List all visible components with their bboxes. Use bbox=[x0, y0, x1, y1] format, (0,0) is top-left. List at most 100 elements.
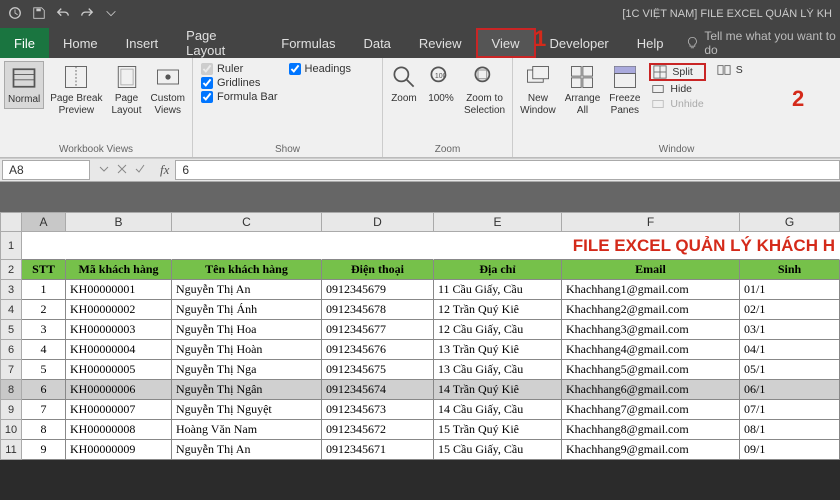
cell-dc[interactable]: 15 Cầu Giấy, Cầu bbox=[434, 440, 562, 460]
cell-ma[interactable]: KH00000001 bbox=[66, 280, 172, 300]
custom-views-button[interactable]: Custom Views bbox=[148, 61, 188, 118]
col-header-b[interactable]: B bbox=[66, 212, 172, 232]
cell-stt[interactable]: 4 bbox=[22, 340, 66, 360]
confirm-icon[interactable] bbox=[134, 163, 146, 178]
col-header-a[interactable]: A bbox=[22, 212, 66, 232]
page-break-preview-button[interactable]: Page Break Preview bbox=[47, 61, 105, 118]
page-layout-button[interactable]: Page Layout bbox=[109, 61, 145, 118]
cell-dc[interactable]: 11 Cầu Giấy, Cầu bbox=[434, 280, 562, 300]
row-header[interactable]: 10 bbox=[0, 420, 22, 440]
cell-stt[interactable]: 8 bbox=[22, 420, 66, 440]
cell-sinh[interactable]: 03/1 bbox=[740, 320, 840, 340]
cell-ma[interactable]: KH00000006 bbox=[66, 380, 172, 400]
cell-ten[interactable]: Nguyễn Thị Nga bbox=[172, 360, 322, 380]
cell-email[interactable]: Khachhang4@gmail.com bbox=[562, 340, 740, 360]
cell-email[interactable]: Khachhang6@gmail.com bbox=[562, 380, 740, 400]
hide-button[interactable]: Hide bbox=[649, 82, 705, 96]
cell-email[interactable]: Khachhang5@gmail.com bbox=[562, 360, 740, 380]
headings-checkbox[interactable]: Headings bbox=[289, 63, 351, 75]
redo-icon[interactable] bbox=[80, 6, 94, 23]
select-all-corner[interactable] bbox=[0, 212, 22, 232]
zoom-selection-button[interactable]: Zoom to Selection bbox=[461, 61, 508, 118]
row-header[interactable]: 8 bbox=[0, 380, 22, 400]
hdr-email[interactable]: Email bbox=[562, 260, 740, 280]
cell-email[interactable]: Khachhang3@gmail.com bbox=[562, 320, 740, 340]
save-icon[interactable] bbox=[32, 6, 46, 23]
cell-email[interactable]: Khachhang2@gmail.com bbox=[562, 300, 740, 320]
cell-email[interactable]: Khachhang8@gmail.com bbox=[562, 420, 740, 440]
tab-help[interactable]: Help bbox=[623, 28, 678, 58]
col-header-f[interactable]: F bbox=[562, 212, 740, 232]
cell-stt[interactable]: 2 bbox=[22, 300, 66, 320]
side-by-side-button[interactable]: S bbox=[715, 63, 745, 77]
row-header[interactable]: 5 bbox=[0, 320, 22, 340]
cell-sinh[interactable]: 07/1 bbox=[740, 400, 840, 420]
ruler-checkbox[interactable]: Ruler bbox=[201, 63, 278, 75]
cell-dt[interactable]: 0912345671 bbox=[322, 440, 434, 460]
row-header[interactable]: 2 bbox=[0, 260, 22, 280]
cell-stt[interactable]: 6 bbox=[22, 380, 66, 400]
hdr-sinh[interactable]: Sinh bbox=[740, 260, 840, 280]
cell-sinh[interactable]: 06/1 bbox=[740, 380, 840, 400]
tab-page-layout[interactable]: Page Layout bbox=[172, 28, 267, 58]
tab-data[interactable]: Data bbox=[349, 28, 404, 58]
cell-ma[interactable]: KH00000009 bbox=[66, 440, 172, 460]
cell-dc[interactable]: 13 Trần Quý Kiê bbox=[434, 340, 562, 360]
cancel-icon[interactable] bbox=[116, 163, 128, 178]
cell-ten[interactable]: Hoàng Văn Nam bbox=[172, 420, 322, 440]
gridlines-checkbox[interactable]: Gridlines bbox=[201, 77, 278, 89]
tab-home[interactable]: Home bbox=[49, 28, 112, 58]
cell-ma[interactable]: KH00000008 bbox=[66, 420, 172, 440]
cell-email[interactable]: Khachhang1@gmail.com bbox=[562, 280, 740, 300]
new-window-button[interactable]: New Window bbox=[517, 61, 559, 118]
undo-icon[interactable] bbox=[56, 6, 70, 23]
cell-stt[interactable]: 3 bbox=[22, 320, 66, 340]
cell-ma[interactable]: KH00000003 bbox=[66, 320, 172, 340]
formula-bar-checkbox[interactable]: Formula Bar bbox=[201, 91, 278, 103]
cell-sinh[interactable]: 09/1 bbox=[740, 440, 840, 460]
hdr-dc[interactable]: Địa chỉ bbox=[434, 260, 562, 280]
hdr-stt[interactable]: STT bbox=[22, 260, 66, 280]
unhide-button[interactable]: Unhide bbox=[649, 97, 705, 111]
col-header-g[interactable]: G bbox=[740, 212, 840, 232]
cell-ten[interactable]: Nguyễn Thị An bbox=[172, 440, 322, 460]
cell-dc[interactable]: 12 Trần Quý Kiê bbox=[434, 300, 562, 320]
cell-sinh[interactable]: 01/1 bbox=[740, 280, 840, 300]
zoom-100-button[interactable]: 100100% bbox=[424, 61, 458, 107]
autosave-icon[interactable] bbox=[8, 6, 22, 23]
tab-review[interactable]: Review bbox=[405, 28, 476, 58]
cell-dt[interactable]: 0912345679 bbox=[322, 280, 434, 300]
cell-dc[interactable]: 13 Cầu Giấy, Cầu bbox=[434, 360, 562, 380]
cell-dt[interactable]: 0912345675 bbox=[322, 360, 434, 380]
tab-view[interactable]: View bbox=[476, 28, 536, 58]
arrange-all-button[interactable]: Arrange All bbox=[562, 61, 604, 118]
cell-dt[interactable]: 0912345673 bbox=[322, 400, 434, 420]
cell-dt[interactable]: 0912345674 bbox=[322, 380, 434, 400]
cell-ten[interactable]: Nguyễn Thị Nguyệt bbox=[172, 400, 322, 420]
cell-dc[interactable]: 15 Trần Quý Kiê bbox=[434, 420, 562, 440]
cell-dc[interactable]: 14 Trần Quý Kiê bbox=[434, 380, 562, 400]
cell-sinh[interactable]: 02/1 bbox=[740, 300, 840, 320]
hdr-dt[interactable]: Điện thoại bbox=[322, 260, 434, 280]
cell-sinh[interactable]: 05/1 bbox=[740, 360, 840, 380]
cell-stt[interactable]: 9 bbox=[22, 440, 66, 460]
worksheet[interactable]: A B C D E F G 1 FILE EXCEL QUẢN LÝ KHÁCH… bbox=[0, 212, 840, 460]
tell-me-search[interactable]: Tell me what you want to do bbox=[686, 28, 840, 58]
cell-ten[interactable]: Nguyễn Thị Ngân bbox=[172, 380, 322, 400]
row-header[interactable]: 4 bbox=[0, 300, 22, 320]
cell-email[interactable]: Khachhang9@gmail.com bbox=[562, 440, 740, 460]
cell-sinh[interactable]: 04/1 bbox=[740, 340, 840, 360]
cell-dt[interactable]: 0912345678 bbox=[322, 300, 434, 320]
tab-file[interactable]: File bbox=[0, 28, 49, 58]
row-header[interactable]: 6 bbox=[0, 340, 22, 360]
fx-label[interactable]: fx bbox=[154, 162, 175, 178]
hdr-ma[interactable]: Mã khách hàng bbox=[66, 260, 172, 280]
tab-formulas[interactable]: Formulas bbox=[267, 28, 349, 58]
cell-stt[interactable]: 7 bbox=[22, 400, 66, 420]
tab-insert[interactable]: Insert bbox=[112, 28, 173, 58]
cell-ten[interactable]: Nguyễn Thị Hoa bbox=[172, 320, 322, 340]
cell-ten[interactable]: Nguyễn Thị Ánh bbox=[172, 300, 322, 320]
tab-developer[interactable]: Developer bbox=[536, 28, 623, 58]
cell-ten[interactable]: Nguyễn Thị An bbox=[172, 280, 322, 300]
split-button[interactable]: Split bbox=[649, 63, 705, 81]
